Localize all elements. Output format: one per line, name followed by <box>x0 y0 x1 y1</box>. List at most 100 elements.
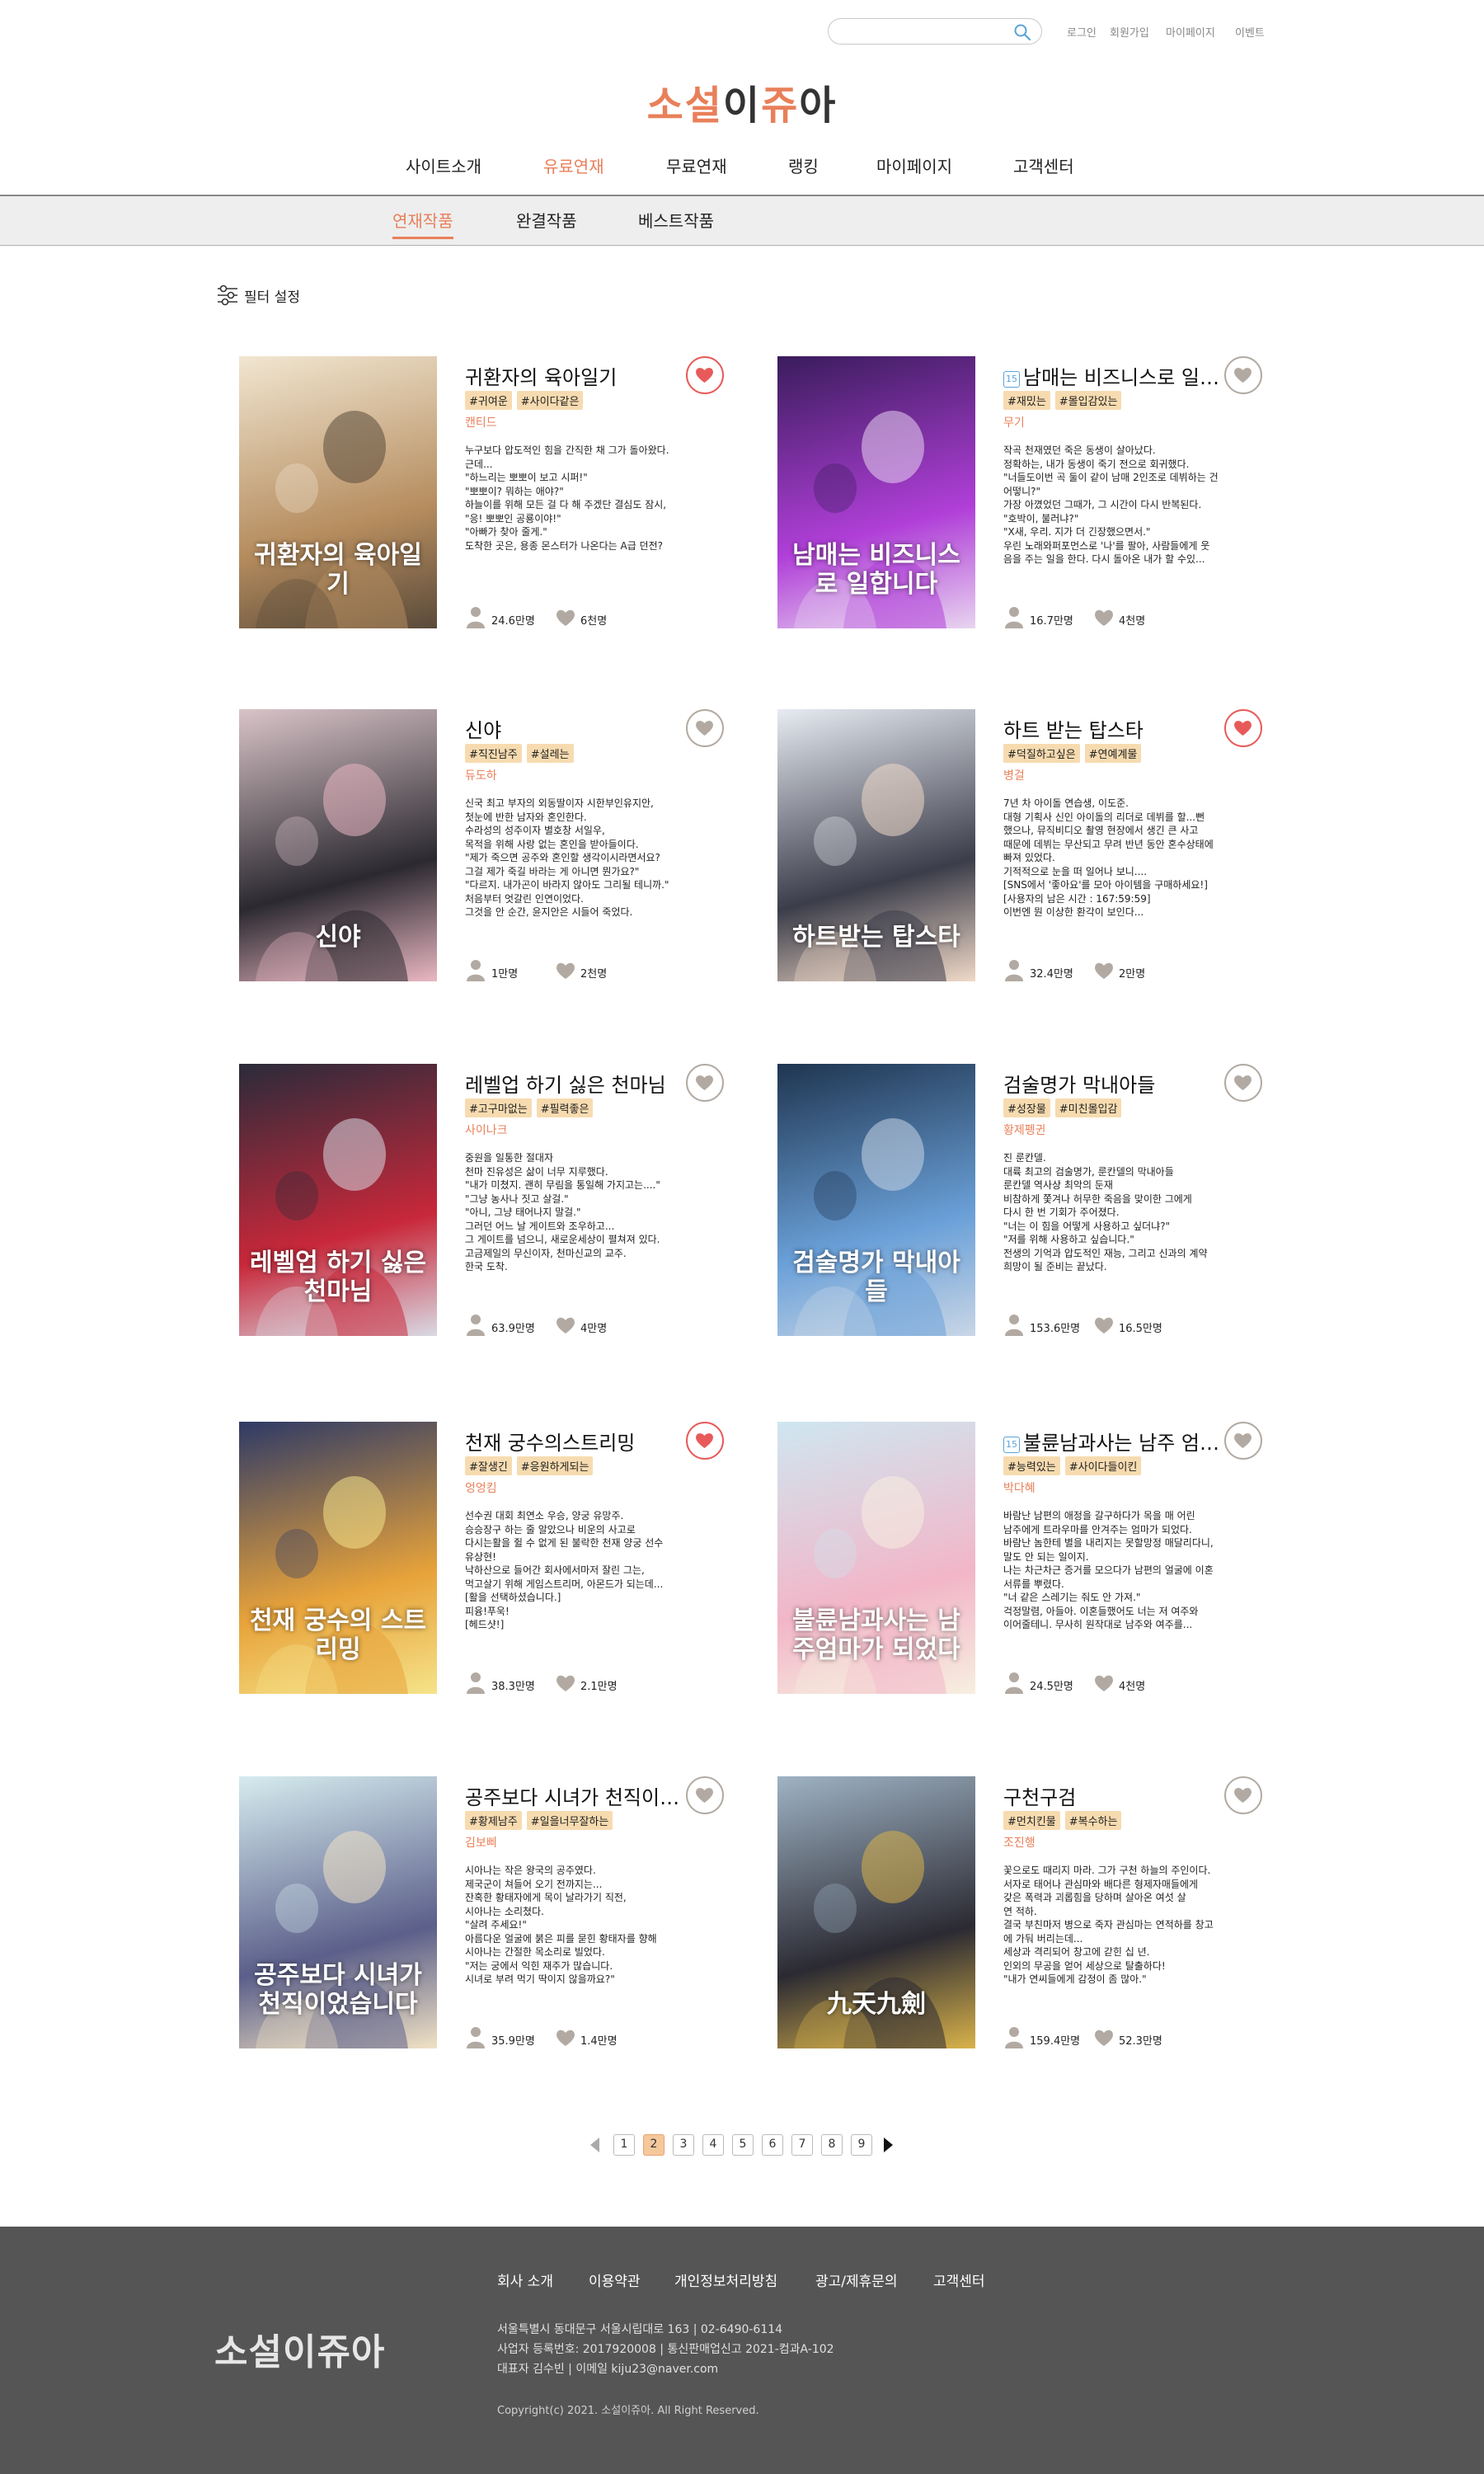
novel-title[interactable]: 귀환자의 육아일기 <box>465 361 696 390</box>
novel-cover-image[interactable]: 천재 궁수의 스트리밍 <box>239 1422 437 1694</box>
novel-author[interactable]: 황제펭귄 <box>1003 1122 1046 1138</box>
novel-author[interactable]: 조진행 <box>1003 1834 1036 1851</box>
event-link[interactable]: 이벤트 <box>1235 24 1265 40</box>
page-1[interactable]: 1 <box>613 2134 635 2156</box>
signup-link[interactable]: 회원가입 <box>1110 24 1149 40</box>
novel-title[interactable]: 레벨업 하기 싫은 천마님 <box>465 1069 696 1098</box>
tag-chip[interactable]: #미친몰입감 <box>1054 1098 1122 1117</box>
like-button[interactable] <box>686 1064 724 1102</box>
novel-author[interactable]: 듀도하 <box>465 767 497 783</box>
novel-title[interactable]: 15 남매는 비즈니스로 일합니다 <box>1003 361 1234 390</box>
like-button[interactable] <box>686 356 724 394</box>
footer-company-link[interactable]: 회사 소개 <box>497 2269 553 2290</box>
tag-chip[interactable]: #사이다같은 <box>516 391 584 410</box>
novel-title[interactable]: 천재 궁수의스트리밍 <box>465 1427 696 1456</box>
tag-chip[interactable]: #고구마없는 <box>465 1098 532 1117</box>
mypage-link[interactable]: 마이페이지 <box>1166 24 1215 40</box>
novel-title[interactable]: 하트 받는 탑스타 <box>1003 714 1234 743</box>
like-button[interactable] <box>1224 356 1262 394</box>
page-9[interactable]: 9 <box>851 2134 872 2156</box>
nav-ranking[interactable]: 랭킹 <box>788 153 819 177</box>
page-6[interactable]: 6 <box>762 2134 783 2156</box>
like-button[interactable] <box>1224 709 1262 747</box>
novel-cover-image[interactable]: 신야 <box>239 709 437 981</box>
novel-cover-image[interactable]: 九天九劍 <box>777 1776 975 2048</box>
tag-chip[interactable]: #황제남주 <box>465 1811 522 1830</box>
novel-cover-image[interactable]: 남매는 비즈니스로 일합니다 <box>777 356 975 628</box>
nav-customer-center[interactable]: 고객센터 <box>1013 153 1074 177</box>
novel-title[interactable]: 15불륜남과사는 남주 엄마가 되었다 <box>1003 1427 1234 1456</box>
like-button[interactable] <box>686 709 724 747</box>
novel-cover-image[interactable]: 귀환자의 육아일기 <box>239 356 437 628</box>
novel-card[interactable]: 천재 궁수의 스트리밍 천재 궁수의스트리밍 #잘생긴 #응원하게되는 엉엉킴 선… <box>239 1422 750 1694</box>
nav-paid-serial[interactable]: 유료연재 <box>543 153 604 177</box>
tag-chip[interactable]: #설레는 <box>526 744 574 763</box>
footer-privacy-link[interactable]: 개인정보처리방침 <box>674 2269 777 2290</box>
page-3[interactable]: 3 <box>673 2134 694 2156</box>
tag-chip[interactable]: #먼치킨물 <box>1003 1811 1060 1830</box>
novel-title[interactable]: 검술명가 막내아들 <box>1003 1069 1234 1098</box>
page-2[interactable]: 2 <box>643 2134 665 2156</box>
novel-card[interactable]: 남매는 비즈니스로 일합니다 15 남매는 비즈니스로 일합니다 #재밌는 #몰입감… <box>777 356 1289 628</box>
site-logo[interactable]: 소설이쥬아 <box>0 73 1484 130</box>
tag-chip[interactable]: #재밌는 <box>1003 391 1050 410</box>
novel-card[interactable]: 신야 신야 #직진남주 #설레는 듀도하 신국 최고 부자의 외동딸이자 시한부인… <box>239 709 750 981</box>
novel-cover-image[interactable]: 검술명가 막내아들 <box>777 1064 975 1336</box>
novel-author[interactable]: 박다혜 <box>1003 1479 1036 1496</box>
page-5[interactable]: 5 <box>732 2134 754 2156</box>
novel-card[interactable]: 귀환자의 육아일기 귀환자의 육아일기 #귀여운 #사이다같은 캔티드 누구보다 … <box>239 356 750 628</box>
nav-site-intro[interactable]: 사이트소개 <box>406 153 481 177</box>
prev-page-arrow-icon[interactable] <box>590 2138 599 2152</box>
like-button[interactable] <box>686 1422 724 1460</box>
novel-card[interactable]: 검술명가 막내아들 검술명가 막내아들 #성장물 #미친몰입감 황제펭귄 진 룬칸… <box>777 1064 1289 1336</box>
novel-cover-image[interactable]: 불륜남과사는 남주엄마가 되었다 <box>777 1422 975 1694</box>
novel-author[interactable]: 캔티드 <box>465 414 497 430</box>
search-input[interactable] <box>842 23 1007 40</box>
tag-chip[interactable]: #일을너무잘하는 <box>526 1811 613 1830</box>
login-link[interactable]: 로그인 <box>1067 24 1097 40</box>
novel-card[interactable]: 레벨업 하기 싫은 천마님 레벨업 하기 싫은 천마님 #고구마없는 #필력좋은 … <box>239 1064 750 1336</box>
tag-chip[interactable]: #성장물 <box>1003 1098 1050 1117</box>
next-page-arrow-icon[interactable] <box>884 2138 893 2152</box>
tab-completed[interactable]: 완결작품 <box>516 208 577 237</box>
search-icon[interactable] <box>1013 23 1031 41</box>
novel-card[interactable]: 공주보다 시녀가 천직이었습니다 공주보다 시녀가 천직이었습니다 #황제남주#… <box>239 1776 750 2048</box>
like-button[interactable] <box>686 1776 724 1814</box>
tag-chip[interactable]: #능력있는 <box>1003 1456 1060 1475</box>
novel-card[interactable]: 九天九劍 구천구검 #먼치킨물 #복수하는 조진행 꽃으로도 때리지 마라. 그가… <box>777 1776 1289 2048</box>
novel-title[interactable]: 신야 <box>465 714 696 743</box>
tab-best[interactable]: 베스트작품 <box>638 208 714 237</box>
novel-cover-image[interactable]: 공주보다 시녀가 천직이었습니다 <box>239 1776 437 2048</box>
tag-chip[interactable]: #몰입감있는 <box>1054 391 1122 410</box>
like-button[interactable] <box>1224 1064 1262 1102</box>
page-8[interactable]: 8 <box>821 2134 843 2156</box>
novel-author[interactable]: 김보삐 <box>465 1834 497 1851</box>
page-7[interactable]: 7 <box>791 2134 813 2156</box>
novel-title[interactable]: 공주보다 시녀가 천직이었습니다 <box>465 1781 696 1810</box>
tag-chip[interactable]: #필력좋은 <box>536 1098 594 1117</box>
tag-chip[interactable]: #사이다들이킨 <box>1064 1456 1142 1475</box>
novel-card[interactable]: 불륜남과사는 남주엄마가 되었다 15불륜남과사는 남주 엄마가 되었다 #능력… <box>777 1422 1289 1694</box>
novel-author[interactable]: 엉엉킴 <box>465 1479 497 1496</box>
tag-chip[interactable]: #잘생긴 <box>465 1456 512 1475</box>
like-button[interactable] <box>1224 1776 1262 1814</box>
novel-author[interactable]: 병걸 <box>1003 767 1025 783</box>
novel-author[interactable]: 사이나크 <box>465 1122 508 1138</box>
novel-title[interactable]: 구천구검 <box>1003 1781 1234 1810</box>
tag-chip[interactable]: #귀여운 <box>465 391 512 410</box>
tab-serializing[interactable]: 연재작품 <box>392 208 453 239</box>
footer-ads-link[interactable]: 광고/제휴문의 <box>815 2269 898 2290</box>
nav-mypage[interactable]: 마이페이지 <box>876 153 952 177</box>
tag-chip[interactable]: #연예계물 <box>1084 744 1142 763</box>
novel-cover-image[interactable]: 하트받는 탑스타 <box>777 709 975 981</box>
tag-chip[interactable]: #덕질하고싶은 <box>1003 744 1080 763</box>
novel-author[interactable]: 무기 <box>1003 414 1025 430</box>
novel-card[interactable]: 하트받는 탑스타 하트 받는 탑스타 #덕질하고싶은 #연예계물 병걸 7년 차 … <box>777 709 1289 981</box>
search-box[interactable] <box>828 18 1042 45</box>
nav-free-serial[interactable]: 무료연재 <box>666 153 727 177</box>
page-4[interactable]: 4 <box>702 2134 724 2156</box>
footer-terms-link[interactable]: 이용약관 <box>589 2269 641 2290</box>
novel-cover-image[interactable]: 레벨업 하기 싫은 천마님 <box>239 1064 437 1336</box>
like-button[interactable] <box>1224 1422 1262 1460</box>
footer-support-link[interactable]: 고객센터 <box>933 2269 985 2290</box>
